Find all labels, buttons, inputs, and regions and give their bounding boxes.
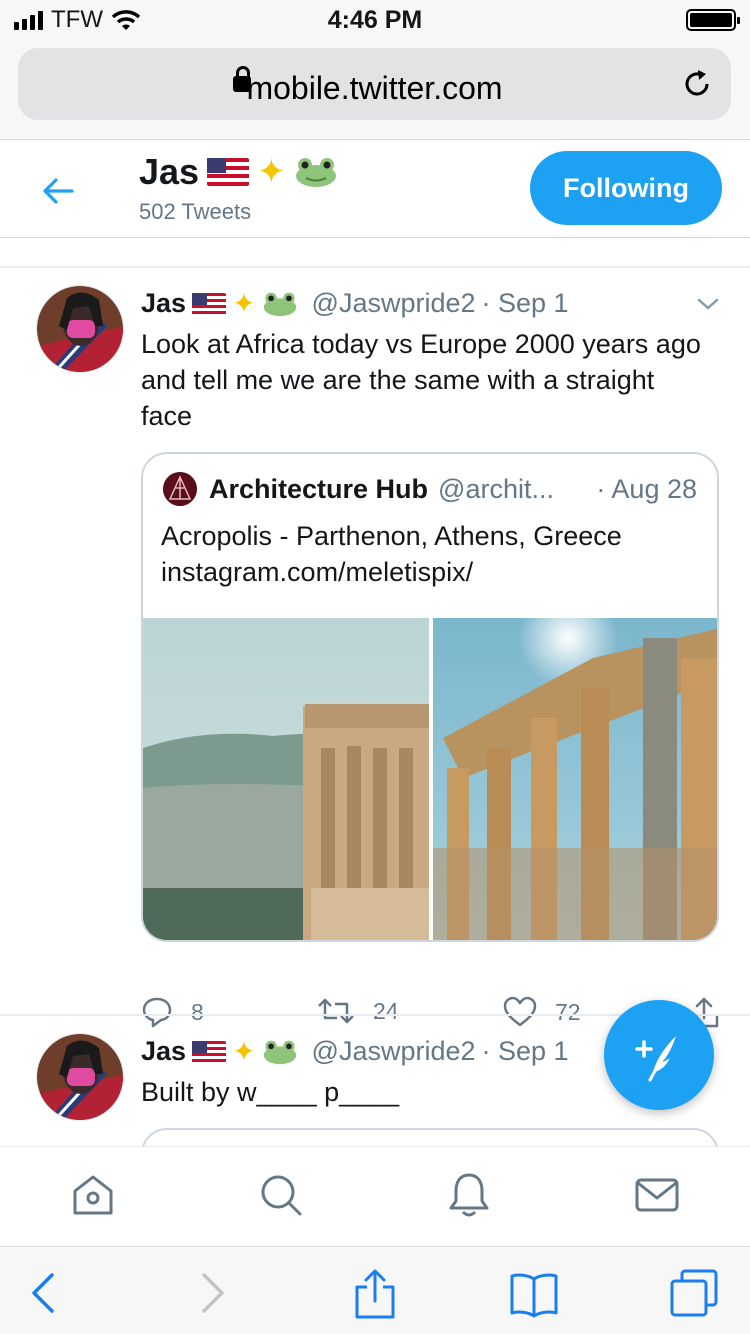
avatar[interactable] — [36, 285, 124, 373]
tweet-header: Jas ✦ @Jaswpride2 · Sep 1 — [141, 288, 569, 319]
tweet-header: Jas ✦ @Jaswpride2 · Sep 1 — [141, 1036, 569, 1067]
quoted-tweet[interactable] — [141, 1128, 719, 1146]
tweet-date[interactable]: · Sep 1 — [482, 288, 569, 319]
messages-icon[interactable] — [633, 1171, 681, 1219]
profile-name-text: Jas — [139, 151, 200, 192]
battery-icon — [686, 9, 740, 31]
safari-toolbar — [0, 1246, 750, 1334]
author-name[interactable]: Jas — [141, 288, 186, 319]
compose-icon — [635, 1036, 676, 1082]
us-flag-icon — [207, 158, 250, 186]
avatar[interactable] — [36, 1033, 124, 1121]
author-handle[interactable]: @Jaswpride2 — [312, 1036, 476, 1067]
notifications-icon[interactable] — [445, 1171, 493, 1219]
browser-share-icon[interactable] — [349, 1267, 401, 1319]
quoted-author-name: Architecture Hub — [209, 474, 429, 504]
profile-name: Jas ✦ — [139, 151, 338, 193]
reload-icon[interactable] — [681, 68, 713, 100]
quoted-author-handle: @archit... — [438, 474, 554, 504]
browser-back-icon[interactable] — [18, 1267, 70, 1319]
sparkles-icon: ✦ — [232, 1035, 256, 1067]
tweet[interactable]: Jas ✦ @Jaswpride2 · Sep 1 Look at Africa… — [0, 268, 750, 1028]
us-flag-icon — [192, 292, 227, 315]
following-button[interactable]: Following — [530, 151, 722, 225]
compose-tweet-button[interactable] — [604, 1000, 714, 1110]
architecture-hub-logo — [163, 472, 197, 506]
frog-icon — [263, 292, 296, 316]
quoted-tweet[interactable]: Architecture Hub @archit... · Aug 28 Acr… — [141, 452, 719, 942]
browser-forward-icon[interactable] — [186, 1267, 238, 1319]
tweet-count: 502 Tweets — [139, 199, 252, 224]
browser-toolbar: mobile.twitter.com — [0, 40, 750, 140]
profile-header: Jas ✦ 502 Tweets Following — [0, 141, 750, 238]
previous-tweet-actions — [0, 238, 750, 244]
back-arrow-icon[interactable] — [40, 173, 76, 209]
tweet-date[interactable]: · Sep 1 — [482, 1036, 569, 1067]
photo-caryatids[interactable] — [143, 618, 429, 942]
home-icon[interactable] — [69, 1171, 117, 1219]
bookmarks-icon[interactable] — [508, 1267, 560, 1319]
twitter-tab-bar — [0, 1146, 750, 1246]
sparkles-icon: ✦ — [232, 287, 256, 319]
tweet-text: Look at Africa today vs Europe 2000 year… — [141, 329, 701, 431]
status-bar: TFW 4:46 PM — [0, 0, 750, 40]
search-icon[interactable] — [257, 1171, 305, 1219]
quoted-text: Acropolis - Parthenon, Athens, Greece in… — [161, 521, 622, 587]
chevron-down-icon[interactable] — [696, 292, 720, 316]
frog-icon — [295, 158, 336, 187]
status-time: 4:46 PM — [327, 6, 423, 34]
photo-erechtheion-columns[interactable] — [433, 618, 719, 942]
address-bar[interactable]: mobile.twitter.com — [18, 48, 731, 120]
quoted-date: · Aug 28 — [596, 474, 697, 504]
author-handle[interactable]: @Jaswpride2 — [312, 288, 476, 319]
url-text[interactable]: mobile.twitter.com — [18, 70, 731, 107]
tabs-icon[interactable] — [668, 1267, 720, 1319]
quoted-header: Architecture Hub @archit... — [209, 474, 554, 505]
sparkles-icon: ✦ — [257, 153, 286, 191]
author-name[interactable]: Jas — [141, 1036, 186, 1067]
frog-icon — [263, 1040, 296, 1064]
us-flag-icon — [192, 1040, 227, 1063]
